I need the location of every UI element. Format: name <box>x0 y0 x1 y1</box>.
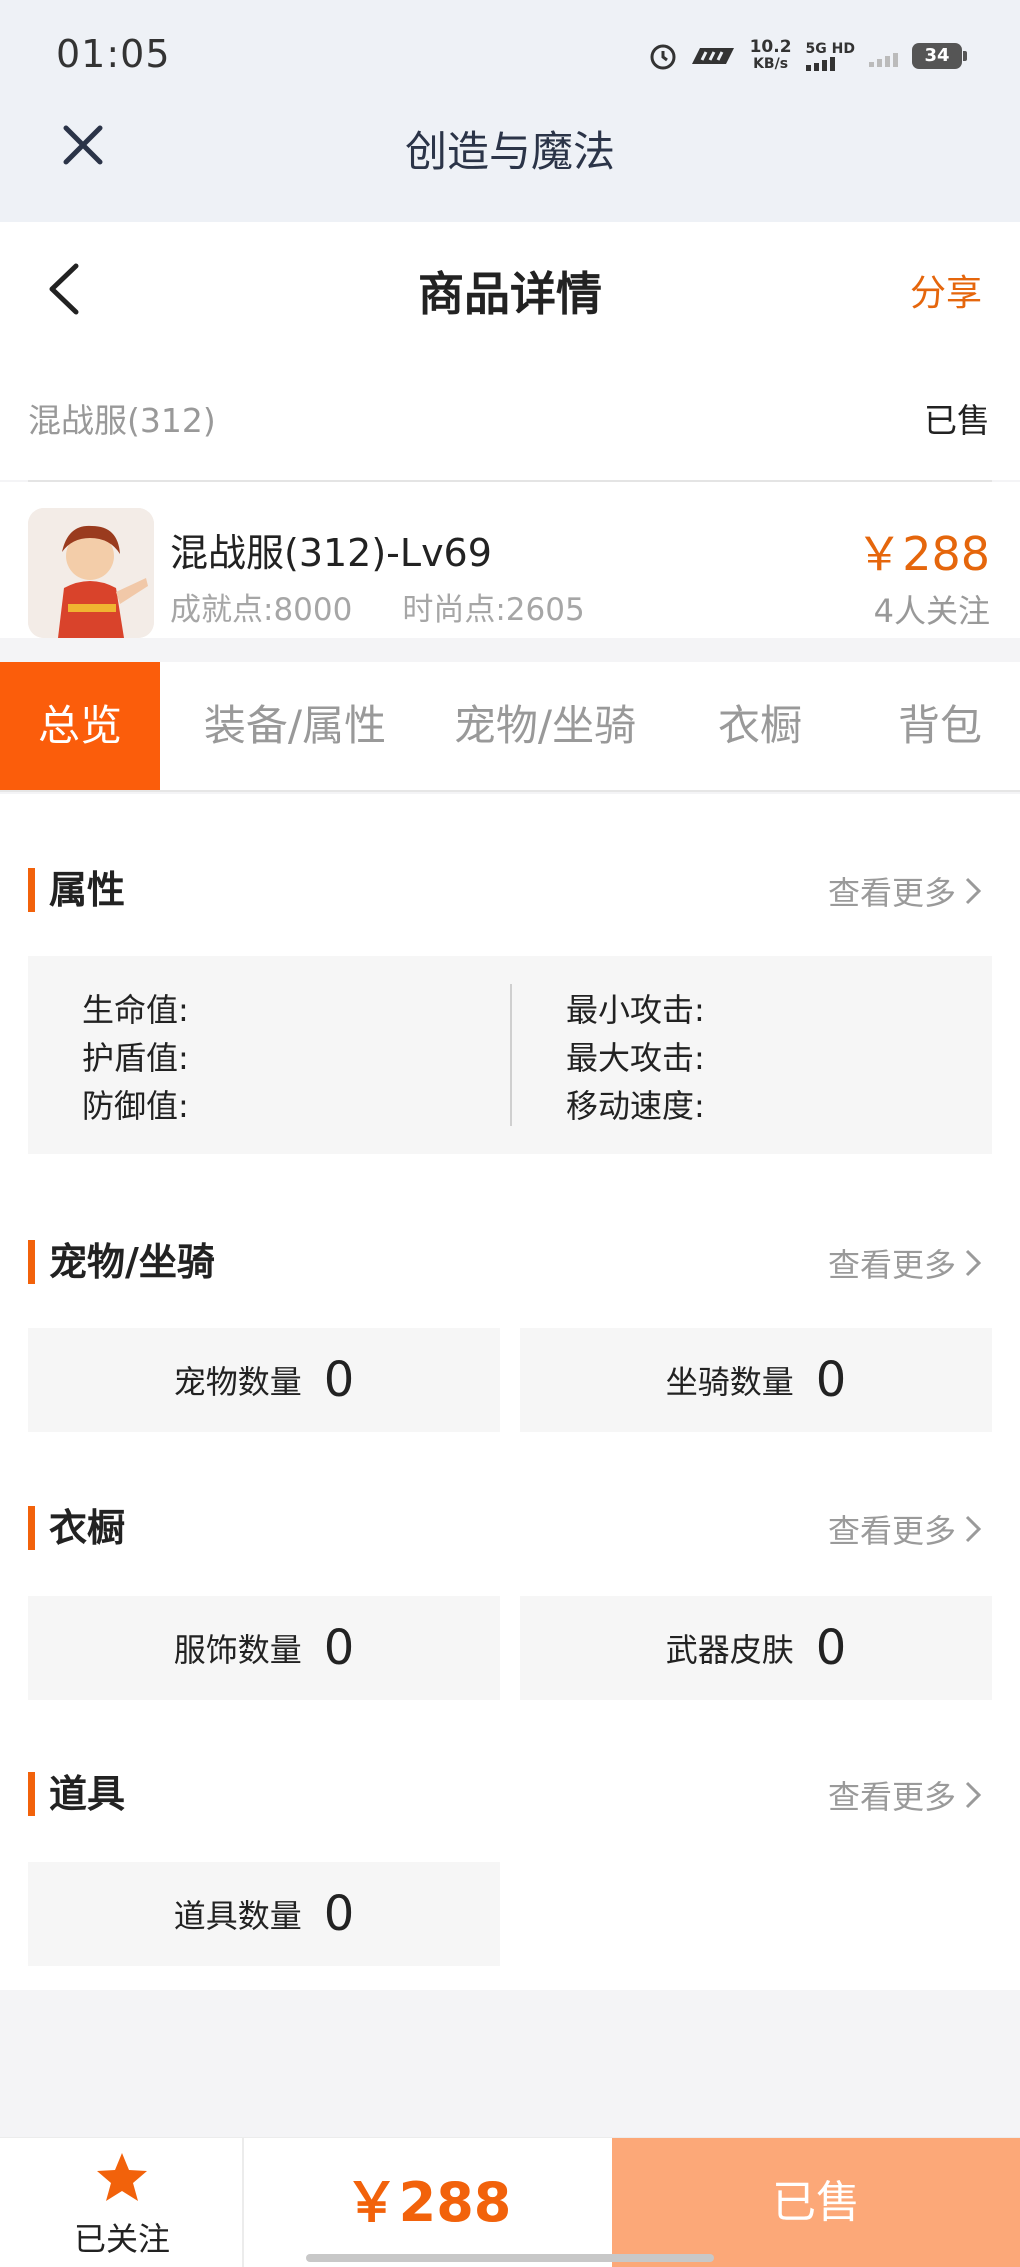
status-time: 01:05 <box>56 32 171 76</box>
stat-label: 坐骑数量 <box>665 1363 794 1401</box>
stat-value: 0 <box>815 1352 847 1408</box>
character-image <box>28 508 154 638</box>
view-more-label: 查看更多 <box>827 1778 956 1816</box>
section-title-pets: 宠物/坐骑 <box>28 1240 215 1284</box>
attr-min-attack: 最小攻击: <box>566 991 705 1029</box>
stat-label: 道具数量 <box>173 1897 302 1935</box>
bottom-action-bar: 已关注 ￥288 已售 <box>0 2137 1020 2267</box>
network-speed: 10.2 KB/s <box>750 39 792 73</box>
stat-outfit-count: 服饰数量 0 <box>28 1596 500 1700</box>
attributes-box: 生命值: 护盾值: 防御值: 最小攻击: 最大攻击: 移动速度: <box>28 956 992 1154</box>
status-icons: 10.2 KB/s 5G HD 34 <box>648 36 967 76</box>
speed-unit: KB/s <box>753 56 789 72</box>
stat-value: 0 <box>323 1352 355 1408</box>
product-card[interactable]: 混战服(312)-Lv69 成就点:8000 时尚点:2605 ￥288 4人关注 <box>0 482 1020 638</box>
character-avatar <box>28 508 154 638</box>
stat-value: 0 <box>323 1886 355 1942</box>
chevron-right-icon <box>965 1249 982 1277</box>
tab-wardrobe[interactable]: 衣橱 <box>660 662 860 790</box>
section-title-wardrobe: 衣橱 <box>28 1506 125 1550</box>
chevron-right-icon <box>965 877 982 905</box>
signal-weak-icon <box>869 45 898 67</box>
battery-icon: 34 <box>912 43 967 69</box>
home-indicator[interactable] <box>306 2254 714 2262</box>
view-more-attributes[interactable]: 查看更多 <box>828 868 982 914</box>
view-more-pets[interactable]: 查看更多 <box>828 1240 982 1286</box>
product-title: 混战服(312)-Lv69 <box>170 531 492 575</box>
detail-tabs: 总览 装备/属性 宠物/坐骑 衣橱 背包 <box>0 662 1020 792</box>
page-title: 商品详情 <box>418 267 602 321</box>
stat-mount-count: 坐骑数量 0 <box>520 1328 992 1432</box>
stat-label: 宠物数量 <box>173 1363 302 1401</box>
overview-content: 属性 查看更多 生命值: 护盾值: 防御值: 最小攻击: 最大攻击: 移动速度:… <box>0 794 1020 1990</box>
share-button[interactable]: 分享 <box>910 264 982 316</box>
section-title-attributes: 属性 <box>28 868 125 912</box>
stat-value: 0 <box>323 1620 355 1676</box>
attributes-left: 生命值: 护盾值: 防御值: <box>82 986 189 1130</box>
follow-button[interactable]: 已关注 <box>0 2138 244 2267</box>
hd-voice-icon <box>691 48 734 64</box>
product-meta: 成就点:8000 时尚点:2605 <box>170 584 635 629</box>
star-icon <box>97 2153 147 2201</box>
app-top-bar: 01:05 10.2 KB/s 5G HD 34 创造与魔法 <box>0 0 1020 222</box>
view-more-items[interactable]: 查看更多 <box>828 1772 982 1818</box>
chevron-right-icon <box>965 1515 982 1543</box>
attr-hp: 生命值: <box>82 991 189 1029</box>
signal-5g: 5G HD <box>805 41 855 71</box>
stat-value: 0 <box>815 1620 847 1676</box>
sale-status: 已售 <box>924 401 990 440</box>
chevron-right-icon <box>965 1781 982 1809</box>
attr-max-attack: 最大攻击: <box>566 1039 705 1077</box>
fashion-points: 时尚点:2605 <box>402 592 585 628</box>
tab-overview[interactable]: 总览 <box>0 662 160 790</box>
stat-weapon-skin-count: 武器皮肤 0 <box>520 1596 992 1700</box>
network-type: 5G HD <box>805 41 855 57</box>
attributes-separator <box>510 984 512 1126</box>
achievement-points: 成就点:8000 <box>170 592 353 628</box>
view-more-label: 查看更多 <box>827 1512 956 1550</box>
page-header: 商品详情 分享 <box>0 222 1020 356</box>
alarm-icon <box>650 44 676 70</box>
bottom-price: ￥288 <box>344 2171 512 2234</box>
product-price: ￥288 <box>856 527 990 581</box>
view-more-label: 查看更多 <box>827 1246 956 1284</box>
app-title: 创造与魔法 <box>404 127 615 176</box>
section-title-items: 道具 <box>28 1772 125 1816</box>
server-name: 混战服(312) <box>28 401 216 440</box>
stat-pet-count: 宠物数量 0 <box>28 1328 500 1432</box>
follow-label: 已关注 <box>73 2220 170 2258</box>
stat-item-count: 道具数量 0 <box>28 1862 500 1966</box>
tab-backpack[interactable]: 背包 <box>860 662 1020 790</box>
speed-value: 10.2 <box>749 37 792 57</box>
view-more-wardrobe[interactable]: 查看更多 <box>828 1506 982 1552</box>
attr-shield: 护盾值: <box>82 1039 189 1077</box>
stat-label: 服饰数量 <box>173 1631 302 1669</box>
view-more-label: 查看更多 <box>827 874 956 912</box>
server-row: 混战服(312) 已售 <box>0 356 1020 480</box>
attr-move-speed: 移动速度: <box>566 1087 705 1125</box>
signal-icon <box>805 57 855 71</box>
tab-equipment[interactable]: 装备/属性 <box>160 662 430 790</box>
sold-button[interactable]: 已售 <box>612 2138 1020 2267</box>
follower-count: 4人关注 <box>873 592 990 630</box>
stat-label: 武器皮肤 <box>665 1631 794 1669</box>
tab-pets[interactable]: 宠物/坐骑 <box>430 662 660 790</box>
status-bar: 01:05 10.2 KB/s 5G HD 34 <box>0 0 1020 110</box>
attr-defense: 防御值: <box>82 1087 189 1125</box>
attributes-right: 最小攻击: 最大攻击: 移动速度: <box>566 986 705 1130</box>
